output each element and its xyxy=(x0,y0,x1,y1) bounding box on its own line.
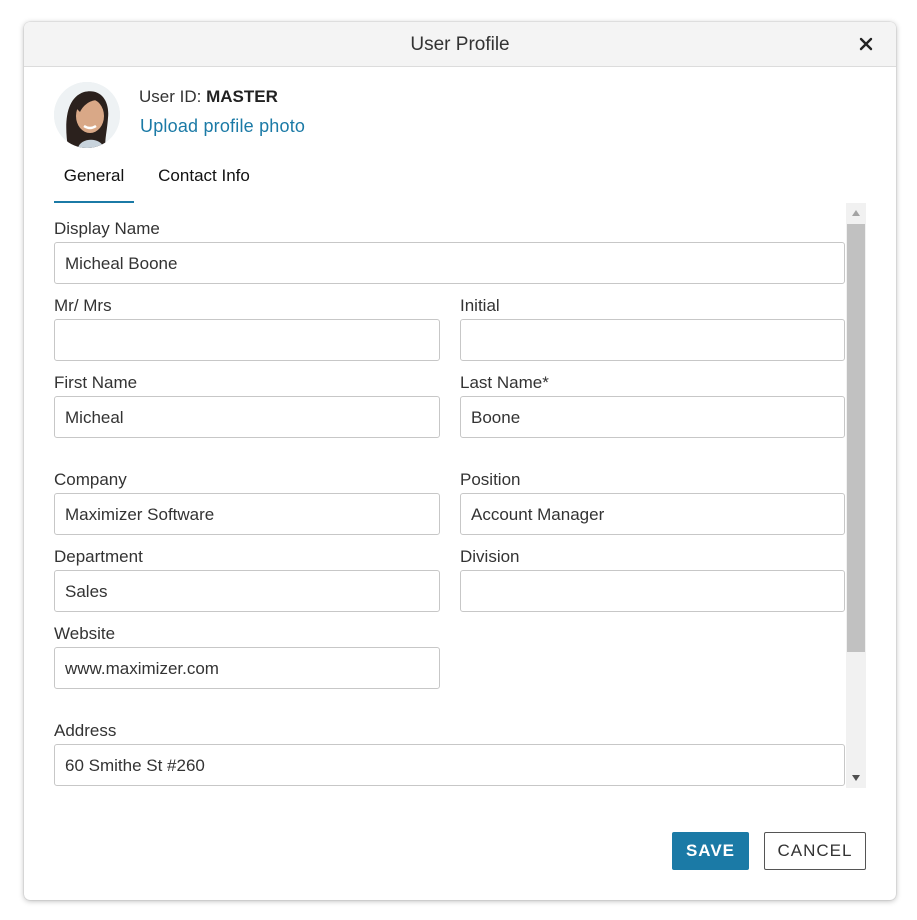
position-label: Position xyxy=(460,470,521,489)
salutation-field[interactable] xyxy=(54,319,440,361)
initial-field[interactable] xyxy=(460,319,845,361)
scroll-up-arrow-icon[interactable] xyxy=(846,203,866,223)
scrollbar-thumb[interactable] xyxy=(847,224,865,652)
tab-contact-info[interactable]: Contact Info xyxy=(149,165,259,203)
scroll-down-arrow-icon[interactable] xyxy=(846,768,866,788)
user-profile-dialog: User Profile User ID: MASTER Upload prof… xyxy=(24,22,896,900)
general-form: Display Name Micheal Boone Mr/ Mrs Initi… xyxy=(54,203,866,787)
form-scrollbar[interactable] xyxy=(846,203,866,788)
user-id-label: User ID: xyxy=(139,87,202,106)
cancel-button[interactable]: CANCEL xyxy=(764,832,866,870)
position-field[interactable]: Account Manager xyxy=(460,493,845,535)
company-label: Company xyxy=(54,470,127,489)
user-id-value: MASTER xyxy=(206,87,278,106)
first-name-label: First Name xyxy=(54,373,138,392)
avatar[interactable] xyxy=(54,82,120,148)
department-field[interactable]: Sales xyxy=(54,570,440,612)
upload-photo-link[interactable]: Upload profile photo xyxy=(140,116,305,137)
save-button[interactable]: SAVE xyxy=(672,832,749,870)
website-label: Website xyxy=(54,624,116,643)
close-icon[interactable] xyxy=(854,32,878,56)
division-field[interactable] xyxy=(460,570,845,612)
initial-label: Initial xyxy=(460,296,500,315)
user-id: User ID: MASTER xyxy=(139,87,278,107)
website-field[interactable]: www.maximizer.com xyxy=(54,647,440,689)
dialog-title: User Profile xyxy=(410,34,510,55)
department-label: Department xyxy=(54,547,143,566)
last-name-field[interactable]: Boone xyxy=(460,396,845,438)
dialog-titlebar: User Profile xyxy=(24,22,896,67)
salutation-label: Mr/ Mrs xyxy=(54,296,112,315)
tab-contact-info-label: Contact Info xyxy=(158,166,250,185)
tab-general[interactable]: General xyxy=(54,165,134,203)
first-name-field[interactable]: Micheal xyxy=(54,396,440,438)
address-label: Address xyxy=(54,721,117,740)
display-name-field[interactable]: Micheal Boone xyxy=(54,242,845,284)
last-name-label: Last Name* xyxy=(460,373,549,392)
company-field[interactable]: Maximizer Software xyxy=(54,493,440,535)
display-name-label: Display Name xyxy=(54,219,160,238)
division-label: Division xyxy=(460,547,520,566)
tab-general-label: General xyxy=(63,166,125,185)
tab-bar: General Contact Info xyxy=(54,165,354,203)
address-field[interactable]: 60 Smithe St #260 xyxy=(54,744,845,786)
